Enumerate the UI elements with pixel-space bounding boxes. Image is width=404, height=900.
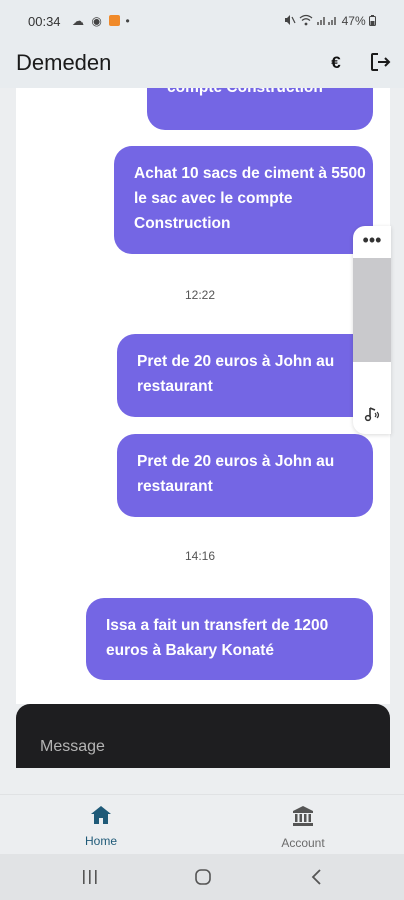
signal-icon — [317, 17, 337, 25]
nav-item-account[interactable]: Account — [263, 805, 343, 850]
message-composer — [16, 704, 390, 768]
status-system-icons: 47% — [284, 14, 376, 28]
battery-text: 47% — [341, 14, 366, 28]
bank-icon — [293, 806, 313, 826]
message-bubble[interactable]: Achat 10 sacs de ciment à 5500 le sac av… — [114, 146, 373, 254]
system-navigation-bar — [0, 854, 404, 900]
message-text: compte Construction — [167, 88, 323, 96]
currency-button[interactable]: € — [326, 50, 346, 76]
timestamp: 12:22 — [185, 288, 216, 302]
dot-icon: • — [125, 14, 132, 28]
nav-label-account: Account — [281, 836, 325, 850]
notification-icon — [109, 15, 121, 26]
nav-label-home: Home — [84, 834, 117, 848]
message-bubble[interactable]: compte Construction — [147, 88, 373, 130]
timestamp: 14:16 — [185, 549, 216, 563]
nav-item-home[interactable]: Home — [61, 805, 141, 848]
mute-icon — [284, 15, 296, 25]
message-list[interactable]: compte Construction Achat 10 sacs de cim… — [16, 88, 390, 704]
app-title: Demeden — [16, 50, 112, 75]
message-bubble[interactable]: Pret de 20 euros à John au restaurant — [117, 334, 373, 417]
back-icon[interactable] — [310, 868, 322, 886]
edge-panel-handle[interactable] — [353, 258, 391, 362]
message-text: Achat 10 sacs de ciment à 5500 le sac av… — [134, 165, 366, 232]
status-notification-icons: ☁ ◉ • — [72, 14, 132, 28]
home-button-icon[interactable] — [194, 868, 212, 886]
music-note-icon[interactable] — [362, 404, 382, 424]
home-icon — [91, 806, 111, 824]
message-bubble[interactable]: Pret de 20 euros à John au restaurant — [117, 434, 373, 517]
message-text: Pret de 20 euros à John au restaurant — [137, 353, 335, 395]
chrome-icon: ◉ — [91, 14, 104, 28]
recent-apps-icon[interactable] — [82, 869, 98, 885]
more-options-icon[interactable]: ••• — [353, 230, 391, 251]
message-text: Issa a fait un transfert de 1200 euros à… — [106, 617, 329, 659]
message-text: Pret de 20 euros à John au restaurant — [137, 453, 335, 495]
logout-icon — [371, 53, 391, 71]
nav-divider — [0, 768, 404, 794]
status-bar: 00:34 ☁ ◉ • 47% — [0, 0, 404, 42]
wifi-icon — [299, 14, 313, 26]
status-time: 00:34 — [28, 14, 61, 29]
logout-button[interactable] — [368, 50, 394, 76]
message-input[interactable] — [16, 704, 390, 768]
floating-edge-panel[interactable]: ••• — [353, 226, 391, 434]
battery-icon — [369, 15, 376, 26]
bottom-navigation: Home Account — [0, 794, 404, 854]
cloud-icon: ☁ — [72, 14, 86, 28]
app-bar: Demeden € — [0, 42, 404, 88]
message-bubble[interactable]: Issa a fait un transfert de 1200 euros à… — [86, 598, 373, 680]
